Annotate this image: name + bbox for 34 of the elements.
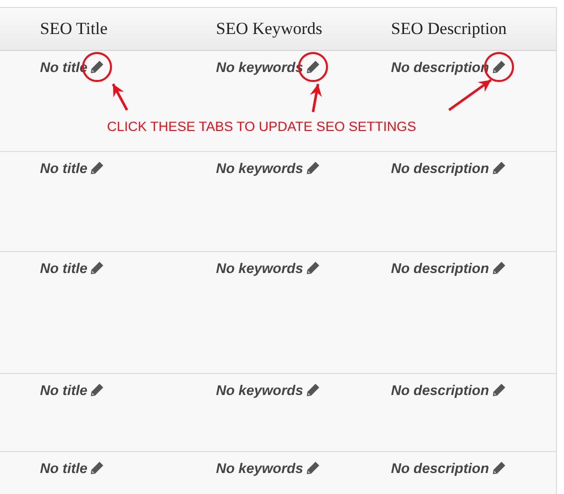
pencil-icon[interactable]	[90, 461, 104, 475]
pencil-icon[interactable]	[492, 261, 506, 275]
table-cell: No description	[391, 160, 490, 176]
pencil-icon[interactable]	[90, 261, 104, 275]
pencil-icon[interactable]	[306, 461, 320, 475]
annotation-text: CLICK THESE TABS TO UPDATE SEO SETTINGS	[107, 119, 416, 134]
table-cell: No description	[391, 460, 490, 476]
table-cell: No description	[391, 382, 490, 398]
pencil-icon[interactable]	[90, 60, 104, 74]
table-cell: No keywords	[216, 260, 304, 276]
pencil-icon[interactable]	[306, 60, 320, 74]
pencil-icon[interactable]	[90, 383, 104, 397]
pencil-icon[interactable]	[492, 461, 506, 475]
table-cell: No description	[391, 260, 490, 276]
table-cell: No keywords	[216, 382, 304, 398]
pencil-icon[interactable]	[306, 161, 320, 175]
table-cell: No title	[40, 160, 88, 176]
arrow	[310, 84, 322, 112]
column-header: SEO Keywords	[216, 19, 322, 39]
table-cell: No keywords	[216, 160, 304, 176]
table-cell: No keywords	[216, 460, 304, 476]
column-header: SEO Description	[391, 19, 507, 39]
table-cell: No title	[40, 382, 88, 398]
arrow	[448, 78, 492, 112]
column-header: SEO Title	[40, 19, 108, 39]
pencil-icon[interactable]	[90, 161, 104, 175]
pencil-icon[interactable]	[492, 161, 506, 175]
pencil-icon[interactable]	[306, 261, 320, 275]
arrow	[112, 83, 128, 111]
table-cell: No title	[40, 260, 88, 276]
pencil-icon[interactable]	[492, 383, 506, 397]
pencil-icon[interactable]	[492, 60, 506, 74]
table-cell: No title	[40, 460, 88, 476]
pencil-icon[interactable]	[306, 383, 320, 397]
